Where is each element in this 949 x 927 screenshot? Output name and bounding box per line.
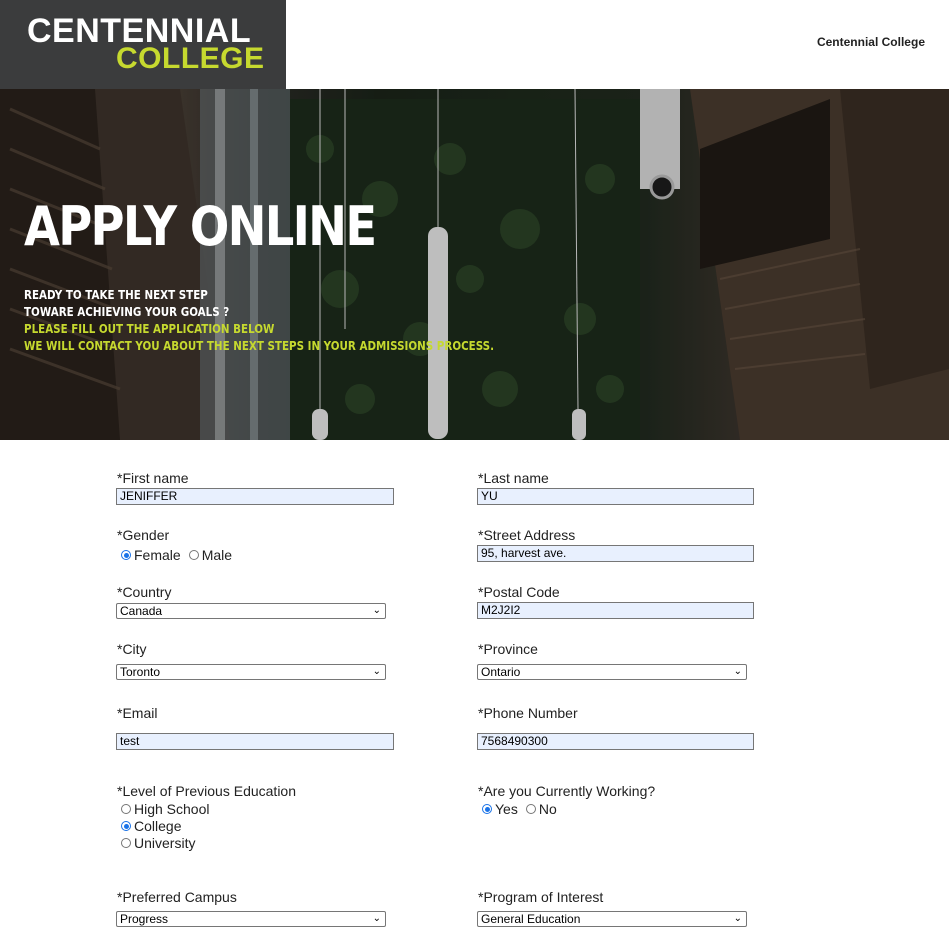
country-label: *Country xyxy=(117,584,172,600)
education-university-label: University xyxy=(134,835,196,851)
last-name-input[interactable]: YU xyxy=(477,488,754,505)
hero-tagline-4: WE WILL CONTACT YOU ABOUT THE NEXT STEPS… xyxy=(24,339,495,353)
application-form: *First name JENIFFER *Last name YU *Gend… xyxy=(0,440,949,927)
program-of-interest-select[interactable]: General Education ⌄ xyxy=(477,911,747,927)
education-university-option: University xyxy=(121,835,195,851)
preferred-campus-select[interactable]: Progress ⌄ xyxy=(116,911,386,927)
education-level-label: *Level of Previous Education xyxy=(117,783,296,799)
chevron-down-icon: ⌄ xyxy=(733,666,742,677)
first-name-label: *First name xyxy=(117,470,189,486)
gender-male-label: Male xyxy=(201,547,233,563)
education-high-school-label: High School xyxy=(134,801,210,817)
first-name-input[interactable]: JENIFFER xyxy=(116,488,394,505)
hero-title: APPLY ONLINE xyxy=(24,195,377,258)
education-high-school-radio[interactable] xyxy=(121,804,131,814)
province-label: *Province xyxy=(478,641,538,657)
country-selected-value: Canada xyxy=(120,604,163,618)
program-selected-value: General Education xyxy=(481,912,581,926)
gender-label: *Gender xyxy=(117,527,170,543)
street-address-input[interactable]: 95, harvest ave. xyxy=(477,545,754,562)
province-selected-value: Ontario xyxy=(481,665,521,679)
country-select[interactable]: Canada ⌄ xyxy=(116,603,386,619)
working-radio-group: Yes No xyxy=(482,801,557,817)
email-input[interactable]: test xyxy=(116,733,394,750)
working-no-label: No xyxy=(538,801,557,817)
hero-background-image xyxy=(0,89,949,440)
education-high-school-option: High School xyxy=(121,801,210,817)
hero-tagline-2: TOWARE ACHIEVING YOUR GOALS ? xyxy=(24,305,230,319)
gender-female-label: Female xyxy=(134,547,181,563)
education-college-radio[interactable] xyxy=(121,821,131,831)
city-select[interactable]: Toronto ⌄ xyxy=(116,664,386,680)
working-yes-label: Yes xyxy=(495,801,518,817)
education-college-label: College xyxy=(134,818,182,834)
chevron-down-icon: ⌄ xyxy=(372,666,381,677)
postal-code-input[interactable]: M2J2I2 xyxy=(477,602,754,619)
gender-male-radio[interactable] xyxy=(188,550,199,560)
preferred-campus-label: *Preferred Campus xyxy=(117,889,237,905)
gender-female-radio[interactable] xyxy=(121,550,131,560)
hero-banner: APPLY ONLINE READY TO TAKE THE NEXT STEP… xyxy=(0,89,949,440)
hero-tagline-1: READY TO TAKE THE NEXT STEP xyxy=(24,288,208,302)
logo-line2: COLLEGE xyxy=(116,42,265,75)
program-of-interest-label: *Program of Interest xyxy=(478,889,604,905)
working-no-radio[interactable] xyxy=(525,804,536,814)
education-college-option: College xyxy=(121,818,181,834)
postal-code-label: *Postal Code xyxy=(478,584,560,600)
nav-link-centennial-college[interactable]: Centennial College xyxy=(817,35,925,49)
hero-tagline-3: PLEASE FILL OUT THE APPLICATION BELOW xyxy=(24,322,275,336)
city-selected-value: Toronto xyxy=(120,665,161,679)
centennial-college-logo[interactable]: CENTENNIAL COLLEGE xyxy=(0,0,286,89)
campus-selected-value: Progress xyxy=(120,912,169,926)
chevron-down-icon: ⌄ xyxy=(372,913,381,924)
phone-number-input[interactable]: 7568490300 xyxy=(477,733,754,750)
province-select[interactable]: Ontario ⌄ xyxy=(477,664,747,680)
city-label: *City xyxy=(117,641,147,657)
chevron-down-icon: ⌄ xyxy=(733,913,742,924)
email-label: *Email xyxy=(117,705,158,721)
education-university-radio[interactable] xyxy=(121,838,131,848)
chevron-down-icon: ⌄ xyxy=(372,605,381,616)
top-header: CENTENNIAL COLLEGE Centennial College xyxy=(0,0,949,89)
currently-working-label: *Are you Currently Working? xyxy=(478,783,656,799)
working-yes-radio[interactable] xyxy=(482,804,492,814)
phone-number-label: *Phone Number xyxy=(478,705,578,721)
gender-radio-group: Female Male xyxy=(121,547,232,563)
last-name-label: *Last name xyxy=(478,470,549,486)
street-address-label: *Street Address xyxy=(478,527,576,543)
